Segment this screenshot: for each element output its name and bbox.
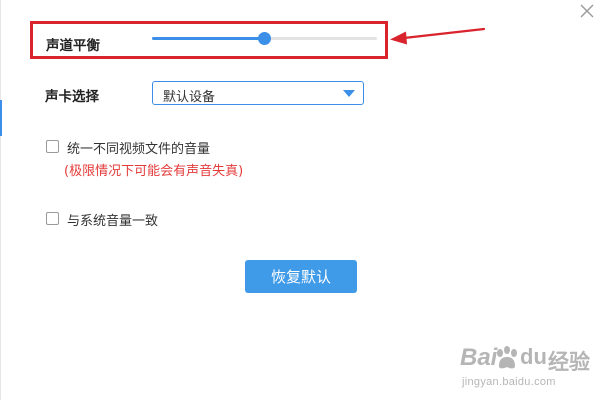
watermark-brand-jingyan: 经验 (548, 351, 590, 374)
annotation-arrow-icon (390, 27, 486, 45)
watermark-brand-bai: Bai (460, 344, 498, 371)
normalize-volume-label: 统一不同视频文件的音量 (67, 142, 211, 157)
sync-system-volume-label: 与系统音量一致 (67, 214, 159, 229)
slider-fill (152, 37, 265, 40)
panel-left-border (0, 0, 1, 400)
close-button[interactable] (578, 2, 596, 20)
distortion-warning: (极限情况下可能会有声音失真) (64, 164, 244, 179)
slider-thumb[interactable] (258, 32, 271, 45)
balance-slider[interactable] (152, 32, 377, 45)
chevron-down-icon (343, 90, 355, 97)
restore-defaults-button[interactable]: 恢复默认 (245, 260, 357, 293)
side-tab-indicator (0, 100, 2, 136)
paw-logo-icon (497, 346, 517, 369)
watermark-url: jingyan.baidu.com (462, 376, 556, 388)
sync-system-volume-checkbox[interactable] (46, 212, 59, 225)
sound-card-label: 声卡选择 (45, 89, 99, 105)
watermark-brand-du: du (520, 344, 547, 369)
baidu-jingyan-watermark: Bai du 经验 jingyan.baidu.com (458, 340, 598, 398)
normalize-volume-checkbox[interactable] (46, 140, 59, 153)
sound-card-value: 默认设备 (163, 90, 216, 105)
sound-card-select[interactable]: 默认设备 (152, 81, 364, 105)
close-icon (580, 4, 594, 18)
audio-settings-panel: 声道平衡 声卡选择 默认设备 统一不同视频文件的音量 (极限情况下可能会有声音失… (0, 0, 600, 400)
balance-label: 声道平衡 (46, 38, 100, 54)
